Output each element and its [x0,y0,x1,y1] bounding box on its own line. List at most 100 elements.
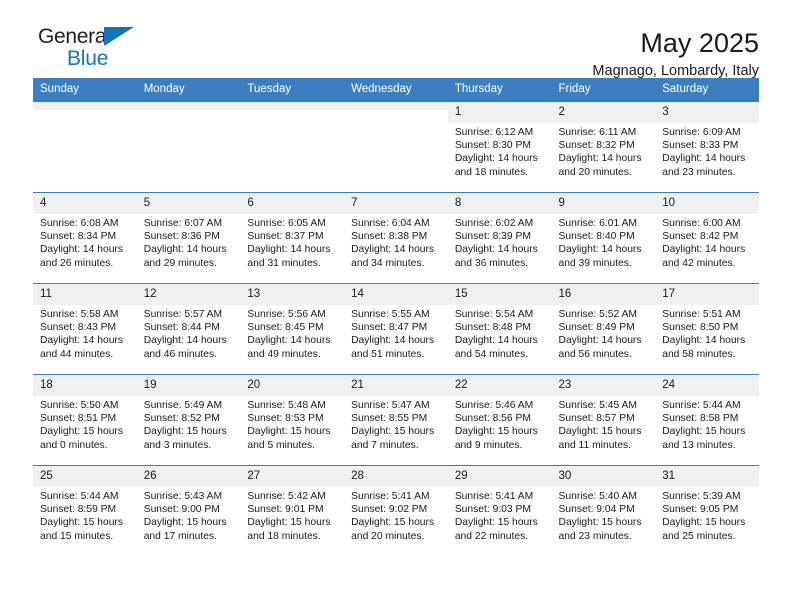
calendar-cell-day[interactable]: 6 Sunrise: 6:05 AM Sunset: 8:37 PM Daylight… [240,192,345,284]
day-daylight-line2-text: and 20 minutes. [351,530,425,542]
calendar-cell-day[interactable]: 26 Sunrise: 5:43 AM Sunset: 9:00 PM Dayligh… [136,465,241,556]
calendar-cell-inner [136,102,241,192]
calendar-cell-day[interactable]: 30 Sunrise: 5:40 AM Sunset: 9:04 PM Dayligh… [551,465,656,556]
calendar-cell-day[interactable]: 15 Sunrise: 5:54 AM Sunset: 8:48 PM Dayligh… [447,283,552,375]
calendar-cell-day[interactable]: 14 Sunrise: 5:55 AM Sunset: 8:47 PM Dayligh… [344,283,448,375]
day-sunset-text: Sunset: 8:30 PM [454,140,531,152]
calendar-cell-day[interactable]: 9 Sunrise: 6:01 AM Sunset: 8:40 PM Daylight… [551,192,656,284]
day-sunrise-text: Sunrise: 5:51 AM [662,309,741,320]
day-number: 5 [136,193,241,214]
day-daylight-line2-text: and 56 minutes. [558,348,632,360]
calendar-cell-day[interactable]: 28 Sunrise: 5:41 AM Sunset: 9:02 PM Dayligh… [344,465,448,556]
day-number: 8 [447,193,552,214]
calendar-cell-day[interactable]: 4 Sunrise: 6:08 AM Sunset: 8:34 PM Daylight… [33,192,137,284]
calendar-cell-empty [33,101,137,193]
calendar-cell-inner: 13 Sunrise: 5:56 AM Sunset: 8:45 PM Dayligh… [240,284,345,374]
calendar-cell-inner: 21 Sunrise: 5:47 AM Sunset: 8:55 PM Dayligh… [344,375,448,465]
calendar-cell-day[interactable]: 21 Sunrise: 5:47 AM Sunset: 8:55 PM Dayligh… [344,374,448,466]
day-sun-info: Sunrise: 6:04 AM Sunset: 8:38 PM Daylight:… [344,214,448,270]
day-sunset-text: Sunset: 8:50 PM [662,322,739,334]
calendar-cell-day[interactable]: 18 Sunrise: 5:50 AM Sunset: 8:51 PM Dayligh… [33,374,137,466]
calendar-cell-day[interactable]: 1 Sunrise: 6:12 AM Sunset: 8:30 PM Daylight… [447,101,552,193]
calendar-cell-day[interactable]: 5 Sunrise: 6:07 AM Sunset: 8:36 PM Daylight… [136,192,241,284]
calendar-cell-inner [33,102,137,192]
general-blue-logo[interactable]: General Blue [33,26,153,69]
calendar-cell-day[interactable]: 25 Sunrise: 5:44 AM Sunset: 8:59 PM Dayligh… [33,465,137,556]
day-sunrise-text: Sunrise: 5:50 AM [40,400,119,411]
day-number: 24 [655,375,759,396]
day-sunset-text: Sunset: 9:02 PM [351,504,428,516]
day-sunrise-text: Sunrise: 5:41 AM [351,491,430,502]
day-number: 18 [33,375,137,396]
day-daylight-line1-text: Daylight: 15 hours [662,426,746,438]
calendar-cell-day[interactable]: 24 Sunrise: 5:44 AM Sunset: 8:58 PM Dayligh… [655,374,759,466]
day-sunset-text: Sunset: 9:03 PM [454,504,531,516]
calendar-cell-day[interactable]: 8 Sunrise: 6:02 AM Sunset: 8:39 PM Daylight… [447,192,552,284]
calendar-cell-day[interactable]: 12 Sunrise: 5:57 AM Sunset: 8:44 PM Dayligh… [136,283,241,375]
calendar-page: General Blue May 2025 Magnago, Lombardy,… [0,0,792,612]
day-daylight-line1-text: Daylight: 14 hours [143,335,227,347]
calendar-week-row: 18 Sunrise: 5:50 AM Sunset: 8:51 PM Dayligh… [33,374,759,466]
calendar-cell-day[interactable]: 17 Sunrise: 5:51 AM Sunset: 8:50 PM Dayligh… [655,283,759,375]
calendar-cell-day[interactable]: 2 Sunrise: 6:11 AM Sunset: 8:32 PM Daylight… [551,101,656,193]
calendar-cell-inner: 11 Sunrise: 5:58 AM Sunset: 8:43 PM Dayligh… [33,284,137,374]
day-daylight-line2-text: and 13 minutes. [662,439,736,451]
day-sun-info: Sunrise: 5:45 AM Sunset: 8:57 PM Daylight:… [552,396,656,452]
triangle-icon [104,27,134,46]
day-number: 10 [655,193,759,214]
day-daylight-line2-text: and 39 minutes. [558,257,632,269]
day-sunset-text: Sunset: 8:34 PM [40,231,117,243]
day-number: 6 [240,193,345,214]
day-sun-info: Sunrise: 5:49 AM Sunset: 8:52 PM Daylight:… [137,396,241,452]
day-number [33,102,137,110]
calendar-cell-inner: 20 Sunrise: 5:48 AM Sunset: 8:53 PM Dayligh… [240,375,345,465]
calendar-cell-day[interactable]: 7 Sunrise: 6:04 AM Sunset: 8:38 PM Daylight… [344,192,448,284]
day-daylight-line2-text: and 51 minutes. [351,348,425,360]
calendar-grid: Sunday Monday Tuesday Wednesday Thursday… [33,78,759,556]
calendar-cell-day[interactable]: 27 Sunrise: 5:42 AM Sunset: 9:01 PM Dayligh… [240,465,345,556]
day-sun-info: Sunrise: 6:00 AM Sunset: 8:42 PM Daylight:… [655,214,759,270]
day-sun-info: Sunrise: 5:58 AM Sunset: 8:43 PM Daylight:… [33,305,137,361]
day-sunset-text: Sunset: 8:48 PM [454,322,531,334]
calendar-cell-day[interactable]: 10 Sunrise: 6:00 AM Sunset: 8:42 PM Dayligh… [655,192,759,284]
calendar-cell-inner: 30 Sunrise: 5:40 AM Sunset: 9:04 PM Dayligh… [551,466,656,556]
page-subtitle: Magnago, Lombardy, Italy [592,63,759,79]
day-number: 23 [551,375,656,396]
day-daylight-line2-text: and 29 minutes. [143,257,217,269]
day-number: 3 [655,102,759,123]
day-sunrise-text: Sunrise: 5:55 AM [351,309,430,320]
day-sunset-text: Sunset: 8:36 PM [143,231,220,243]
calendar-cell-inner: 19 Sunrise: 5:49 AM Sunset: 8:52 PM Dayligh… [136,375,241,465]
calendar-cell-day[interactable]: 3 Sunrise: 6:09 AM Sunset: 8:33 PM Daylight… [655,101,759,193]
day-daylight-line2-text: and 23 minutes. [558,530,632,542]
day-number: 31 [655,466,759,487]
calendar-cell-day[interactable]: 13 Sunrise: 5:56 AM Sunset: 8:45 PM Dayligh… [240,283,345,375]
day-number: 16 [551,284,656,305]
calendar-cell-day[interactable]: 11 Sunrise: 5:58 AM Sunset: 8:43 PM Dayligh… [33,283,137,375]
weekday-header-sunday: Sunday [33,78,137,102]
day-daylight-line1-text: Daylight: 14 hours [558,335,642,347]
day-daylight-line2-text: and 5 minutes. [247,439,315,451]
day-sunrise-text: Sunrise: 6:12 AM [454,127,534,138]
day-daylight-line1-text: Daylight: 14 hours [454,244,538,256]
calendar-cell-day[interactable]: 19 Sunrise: 5:49 AM Sunset: 8:52 PM Dayligh… [136,374,241,466]
calendar-cell-day[interactable]: 23 Sunrise: 5:45 AM Sunset: 8:57 PM Dayligh… [551,374,656,466]
calendar-cell-day[interactable]: 16 Sunrise: 5:52 AM Sunset: 8:49 PM Dayligh… [551,283,656,375]
calendar-cell-inner: 1 Sunrise: 6:12 AM Sunset: 8:30 PM Daylight… [447,102,552,192]
calendar-cell-inner [240,102,345,192]
day-daylight-line2-text: and 34 minutes. [351,257,425,269]
day-daylight-line2-text: and 36 minutes. [454,257,529,269]
calendar-cell-day[interactable]: 31 Sunrise: 5:39 AM Sunset: 9:05 PM Dayligh… [655,465,759,556]
calendar-cell-day[interactable]: 22 Sunrise: 5:46 AM Sunset: 8:56 PM Dayligh… [447,374,552,466]
day-daylight-line2-text: and 46 minutes. [143,348,217,360]
calendar-week-row: 11 Sunrise: 5:58 AM Sunset: 8:43 PM Dayligh… [33,283,759,375]
day-sunset-text: Sunset: 8:42 PM [662,231,739,243]
day-number: 9 [551,193,656,214]
calendar-cell-day[interactable]: 29 Sunrise: 5:41 AM Sunset: 9:03 PM Dayligh… [447,465,552,556]
calendar-cell-day[interactable]: 20 Sunrise: 5:48 AM Sunset: 8:53 PM Dayligh… [240,374,345,466]
calendar-cell-inner: 24 Sunrise: 5:44 AM Sunset: 8:58 PM Dayligh… [655,375,759,465]
day-daylight-line2-text: and 42 minutes. [662,257,736,269]
day-daylight-line2-text: and 15 minutes. [40,530,114,542]
day-daylight-line2-text: and 11 minutes. [558,439,632,451]
day-sunset-text: Sunset: 8:59 PM [40,504,117,516]
